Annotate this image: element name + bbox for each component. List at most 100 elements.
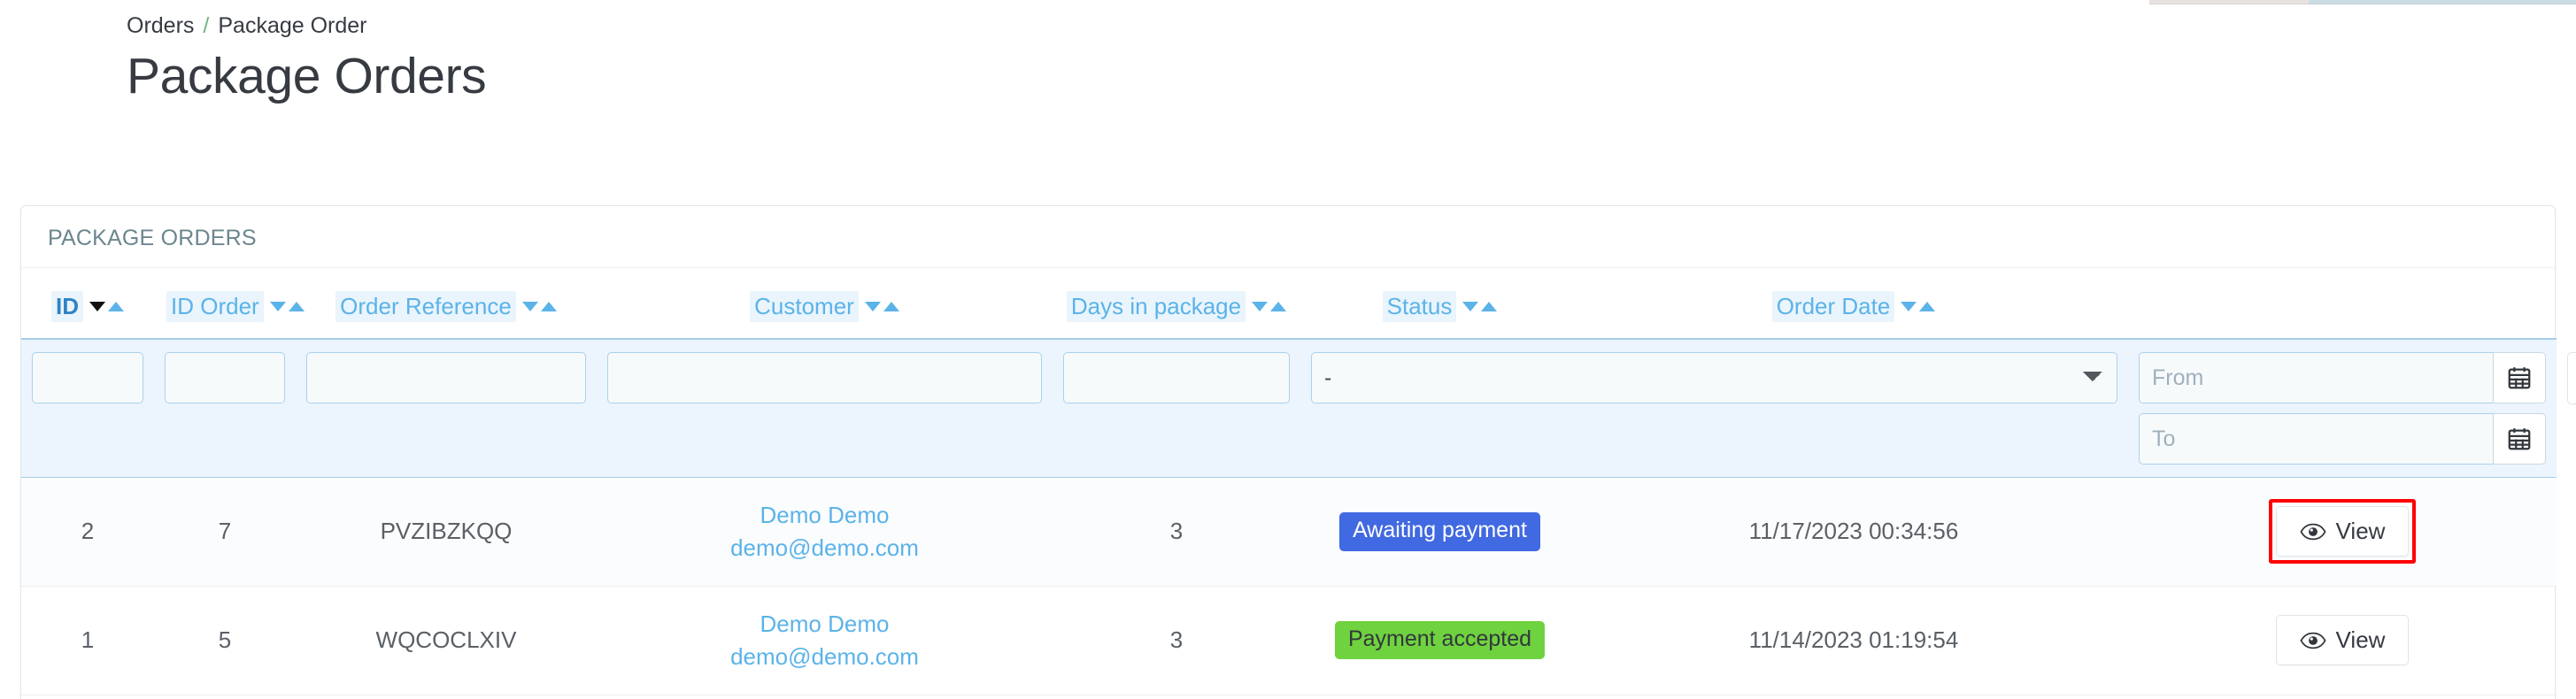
sort-controls-id-order [269,302,305,311]
package-orders-card: PACKAGE ORDERS ID ID Order Order Referen… [20,205,2576,699]
sort-desc-icon[interactable] [89,302,105,311]
filter-cell-order-reference [296,338,597,478]
customer-name-link[interactable]: Demo Demo [609,608,1040,641]
cell-customer: Demo Demo demo@demo.com [597,586,1053,695]
cell-status: Payment accepted [1300,586,1579,695]
cell-id-order: 7 [154,477,296,587]
sort-controls-days-in-package [1252,302,1287,311]
eye-icon [2300,522,2326,542]
cell-order-reference: WQCOCLXIV [296,586,597,695]
filter-cell-days-in-package [1053,338,1300,478]
sort-asc-icon[interactable] [1270,302,1287,311]
table-row[interactable]: 1 5 WQCOCLXIV Demo Demo demo@demo.com 3 … [21,586,2557,695]
view-button[interactable]: View [2275,506,2410,557]
sort-asc-icon[interactable] [1481,302,1498,311]
sort-controls-order-reference [521,302,557,311]
sort-asc-icon[interactable] [883,302,899,311]
sort-desc-icon[interactable] [1462,302,1479,311]
card-footer [21,695,2555,699]
filter-input-date-to[interactable] [2139,413,2493,465]
sort-controls-status [1462,302,1498,311]
filter-cell-id-order [154,338,296,478]
cell-order-date: 11/14/2023 01:19:54 [1579,586,2128,695]
view-button-highlight: View [2268,499,2417,565]
sort-desc-icon[interactable] [1901,302,1917,311]
card-header: PACKAGE ORDERS [21,206,2555,268]
filter-cell-customer [597,338,1053,478]
sort-asc-icon[interactable] [540,302,557,311]
filter-cell-id [21,338,154,478]
calendar-icon[interactable] [2493,413,2546,465]
column-header-customer: Customer [597,268,1053,339]
column-label-days-in-package[interactable]: Days in package [1066,291,1246,322]
column-label-order-reference[interactable]: Order Reference [335,291,516,322]
table-body: 2 7 PVZIBZKQQ Demo Demo demo@demo.com 3 … [21,477,2557,695]
column-header-order-reference: Order Reference [296,268,597,339]
sort-controls-customer [864,302,899,311]
filter-input-order-reference[interactable] [306,352,586,403]
table-head: ID ID Order Order Reference Customer Day… [21,268,2557,339]
date-from-group [2139,352,2546,403]
filter-input-customer[interactable] [607,352,1042,403]
sort-controls-id [89,302,124,311]
package-orders-table: ID ID Order Order Reference Customer Day… [21,268,2576,695]
eye-icon [2300,631,2326,650]
status-badge: Payment accepted [1334,620,1546,660]
table-filter-body: - From To [21,338,2576,478]
filter-input-days-in-package[interactable] [1063,352,1290,403]
sort-desc-icon[interactable] [864,302,881,311]
sort-asc-icon[interactable] [108,302,124,311]
cell-days-in-package: 3 [1053,586,1300,695]
breadcrumb-item-orders[interactable]: Orders [127,13,194,38]
view-button[interactable]: View [2275,615,2410,666]
breadcrumb: Orders / Package Order [127,12,2576,39]
card-title: PACKAGE ORDERS [48,226,257,250]
breadcrumb-item-package-order: Package Order [218,13,367,38]
cell-order-reference: PVZIBZKQQ [296,477,597,587]
customer-name-link[interactable]: Demo Demo [609,499,1040,532]
table-header-row: ID ID Order Order Reference Customer Day… [21,268,2557,339]
column-header-status: Status [1300,268,1579,339]
cell-customer: Demo Demo demo@demo.com [597,477,1053,587]
cell-id: 1 [21,586,154,695]
filter-select-status[interactable]: - [1311,352,2117,403]
column-label-customer[interactable]: Customer [750,291,859,322]
cell-id: 2 [21,477,154,587]
page-header: Orders / Package Order Package Orders [0,0,2576,104]
filter-cell-order-date [2128,338,2557,478]
sort-asc-icon[interactable] [288,302,305,311]
search-button[interactable]: Search [2567,352,2576,404]
customer-email-link[interactable]: demo@demo.com [609,641,1040,673]
column-header-id-order: ID Order [154,268,305,339]
column-label-id[interactable]: ID [51,291,83,322]
column-header-actions [2128,268,2557,339]
calendar-icon[interactable] [2493,352,2546,403]
cell-id-order: 5 [154,586,296,695]
filter-input-id-order[interactable] [165,352,285,403]
cell-actions: View [2128,477,2557,587]
view-button-label: View [2335,518,2386,545]
cell-actions: View [2128,586,2557,695]
filter-cell-status: - [1300,338,2128,478]
package-orders-page: Orders / Package Order Package Orders PACK… [0,0,2576,699]
cell-order-date: 11/17/2023 00:34:56 [1579,477,2128,587]
column-label-id-order[interactable]: ID Order [166,291,264,322]
column-header-order-date: Order Date [1579,268,2128,339]
column-label-order-date[interactable]: Order Date [1771,291,1895,322]
page-title: Package Orders [127,48,487,104]
sort-asc-icon[interactable] [1919,302,1936,311]
column-label-status[interactable]: Status [1382,291,1457,322]
view-button-label: View [2335,626,2386,654]
filter-row: - From To [21,338,2576,478]
sort-controls-order-date [1901,302,1936,311]
customer-email-link[interactable]: demo@demo.com [609,532,1040,565]
cell-status: Awaiting payment [1300,477,1579,587]
table-row[interactable]: 2 7 PVZIBZKQQ Demo Demo demo@demo.com 3 … [21,477,2557,587]
sort-desc-icon[interactable] [269,302,286,311]
sort-desc-icon[interactable] [1252,302,1269,311]
sort-desc-icon[interactable] [521,302,538,311]
cell-days-in-package: 3 [1053,477,1300,587]
filter-input-id[interactable] [32,352,143,403]
date-to-group [2139,413,2546,465]
filter-input-date-from[interactable] [2139,352,2493,403]
